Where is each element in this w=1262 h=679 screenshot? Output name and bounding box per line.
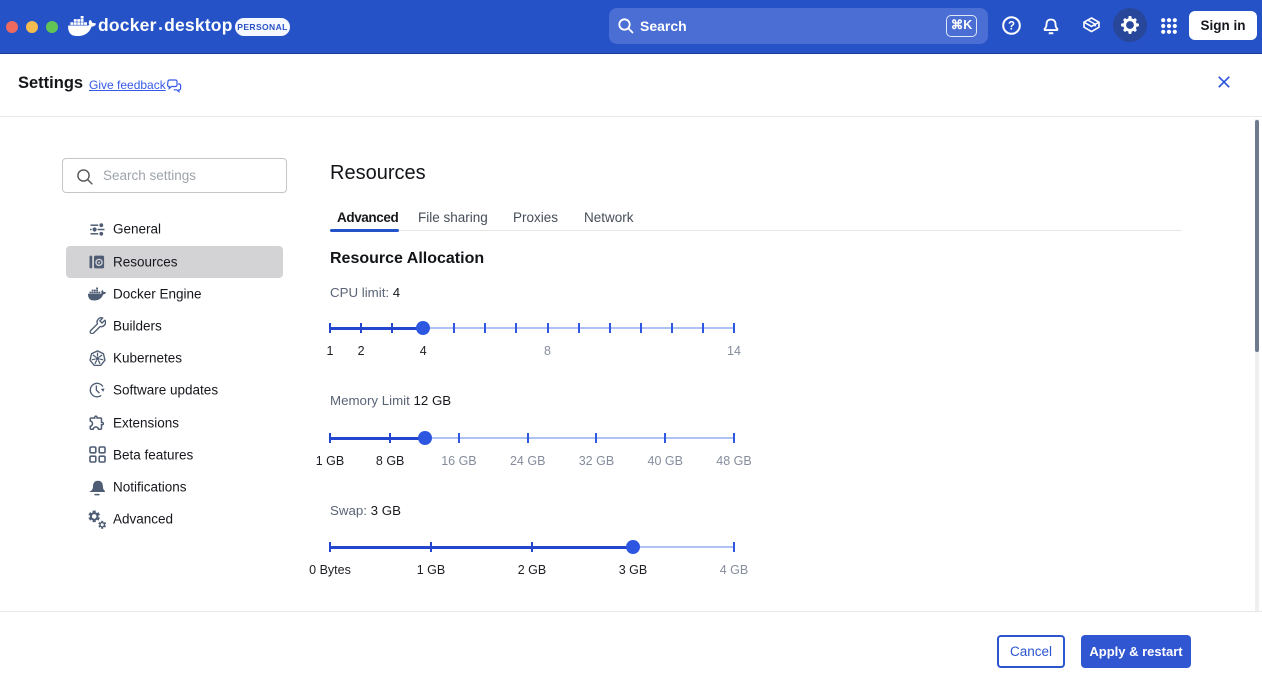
svg-text:?: ?	[1008, 21, 1015, 33]
